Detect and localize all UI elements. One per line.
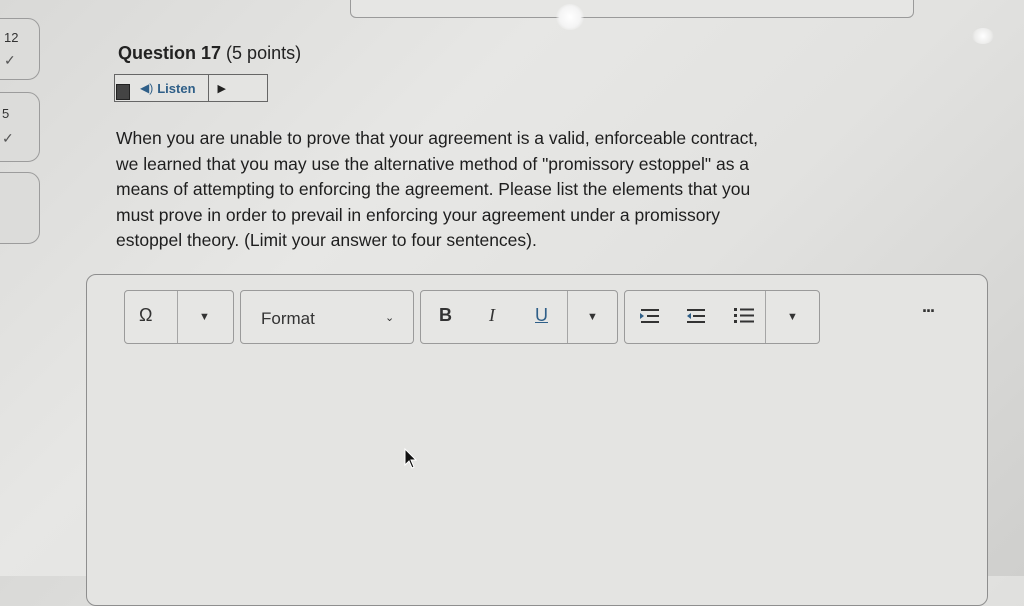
screen-glare	[556, 4, 584, 30]
outdent-icon[interactable]	[685, 307, 707, 330]
more-options-button[interactable]: ...	[922, 296, 935, 317]
bold-button[interactable]: B	[439, 305, 452, 326]
chevron-down-icon: ⌄	[385, 312, 395, 324]
text-style-dropdown-icon[interactable]: ▼	[587, 311, 598, 323]
question-title: Question 17 (5 points)	[118, 43, 301, 64]
question-text-line: means of attempting to enforcing the agr…	[116, 179, 751, 199]
question-text-line: must prove in order to prevail in enforc…	[116, 204, 721, 225]
paragraph-dropdown-icon[interactable]: ▼	[787, 311, 798, 323]
screen-glare-small	[972, 28, 994, 44]
speaker-icon: ◀)	[140, 81, 154, 95]
question-number: Question 17	[118, 43, 222, 63]
underline-button[interactable]: U	[535, 305, 548, 326]
listen-button[interactable]: Listen	[157, 81, 195, 96]
document-icon	[116, 84, 130, 100]
listen-bar[interactable]: ◀) Listen ▶	[114, 74, 268, 102]
question-text-line: When you are unable to prove that your a…	[116, 128, 759, 148]
sidebar-question-12[interactable]	[0, 18, 40, 80]
special-character-icon[interactable]: Ω	[139, 305, 152, 326]
toolbar-divider	[567, 291, 568, 343]
sidebar-question-number: 5	[2, 106, 10, 121]
question-text-line: we learned that you may use the alternat…	[116, 153, 750, 174]
answered-check-icon: ✓	[4, 52, 16, 68]
format-dropdown[interactable]: Format ⌄	[240, 290, 414, 344]
indent-icon[interactable]	[639, 307, 661, 330]
top-answer-field	[350, 0, 914, 18]
toolbar-divider	[765, 291, 766, 343]
italic-button[interactable]: I	[489, 305, 495, 326]
listen-divider	[207, 75, 209, 101]
special-characters-group: Ω ▼	[124, 290, 234, 344]
question-text-line: estoppel theory. (Limit your answer to f…	[116, 230, 537, 250]
mouse-cursor-icon	[404, 447, 418, 475]
sidebar-question-number: 12	[4, 30, 19, 45]
special-character-dropdown-icon[interactable]: ▼	[199, 311, 210, 323]
text-style-group: B I U ▼	[420, 290, 618, 344]
list-icon[interactable]	[733, 306, 755, 331]
question-prompt: When you are unable to prove that your a…	[116, 126, 916, 254]
play-icon[interactable]: ▶	[218, 82, 226, 95]
toolbar-divider	[177, 291, 178, 343]
format-label: Format	[261, 309, 315, 328]
paragraph-group: ▼	[624, 290, 820, 344]
question-points: (5 points)	[226, 43, 302, 63]
sidebar-question-next[interactable]	[0, 172, 40, 244]
answered-check-icon: ✓	[2, 130, 14, 146]
sidebar-question-5[interactable]	[0, 92, 40, 162]
